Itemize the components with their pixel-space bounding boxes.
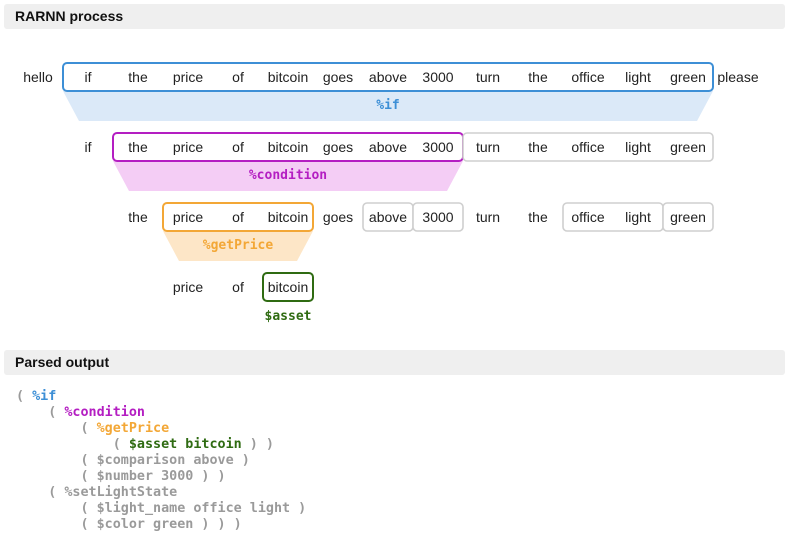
token-word: of — [232, 69, 244, 85]
token-word: goes — [323, 209, 353, 225]
token-word: hello — [23, 69, 53, 85]
token-word: green — [670, 209, 706, 225]
token-word: above — [369, 139, 407, 155]
parsed-token: ( — [16, 437, 129, 452]
token-word: if — [85, 69, 92, 85]
token-word: bitcoin — [268, 209, 308, 225]
token-word: of — [232, 209, 244, 225]
token-word: light — [625, 139, 651, 155]
token-word: turn — [476, 69, 500, 85]
token-word: price — [173, 209, 204, 225]
token-word: goes — [323, 139, 353, 155]
token-word: bitcoin — [268, 139, 308, 155]
token-word: light — [625, 69, 651, 85]
token-word: goes — [323, 69, 353, 85]
token-word: of — [232, 279, 244, 295]
token-word: 3000 — [422, 139, 453, 155]
token-word: above — [369, 209, 407, 225]
parsed-token: %getPrice — [96, 421, 170, 436]
parsed-token: ( $light_name office light ) — [16, 501, 307, 516]
token-word: bitcoin — [268, 279, 308, 295]
token-word: green — [670, 69, 706, 85]
parsed-token: %condition — [64, 405, 145, 420]
parsed-output: ( %if ( %condition ( %getPrice ( $asset … — [16, 389, 306, 533]
parsed-token: ( — [16, 389, 33, 404]
token-word: the — [128, 139, 148, 155]
funnel-label-if: %if — [376, 98, 399, 113]
token-word: price — [173, 279, 204, 295]
token-word: the — [528, 69, 548, 85]
parsed-token: ( $color green ) ) ) — [16, 517, 242, 532]
parsed-token: ) ) — [241, 437, 274, 452]
token-word: the — [128, 209, 148, 225]
token-word: turn — [476, 139, 500, 155]
parsed-token: $asset bitcoin — [128, 437, 242, 452]
parsed-token: ( — [16, 405, 65, 420]
token-word: above — [369, 69, 407, 85]
token-word: price — [173, 139, 204, 155]
output-section-header: Parsed output — [4, 350, 785, 375]
parsed-token: ( $number 3000 ) ) — [16, 469, 226, 484]
token-word: of — [232, 139, 244, 155]
token-word: 3000 — [422, 69, 453, 85]
funnel-label-condition: %condition — [249, 168, 327, 183]
token-word: the — [528, 209, 548, 225]
token-word: green — [670, 139, 706, 155]
token-word: office — [571, 139, 604, 155]
token-word: bitcoin — [268, 69, 308, 85]
token-word: turn — [476, 209, 500, 225]
token-word: price — [173, 69, 204, 85]
tag-label-asset: $asset — [265, 309, 312, 324]
token-word: the — [528, 139, 548, 155]
token-word: office — [571, 209, 604, 225]
token-word: light — [625, 209, 651, 225]
parsed-token: %if — [32, 389, 57, 404]
parsed-token: ( %setLightState — [16, 485, 178, 500]
token-word: please — [717, 69, 758, 85]
token-word: office — [571, 69, 604, 85]
token-word: the — [128, 69, 148, 85]
token-word: 3000 — [422, 209, 453, 225]
parsed-token: ( — [16, 421, 97, 436]
parsed-token: ( $comparison above ) — [16, 453, 250, 468]
token-word: if — [85, 139, 92, 155]
funnel-label-getPrice: %getPrice — [203, 238, 274, 253]
